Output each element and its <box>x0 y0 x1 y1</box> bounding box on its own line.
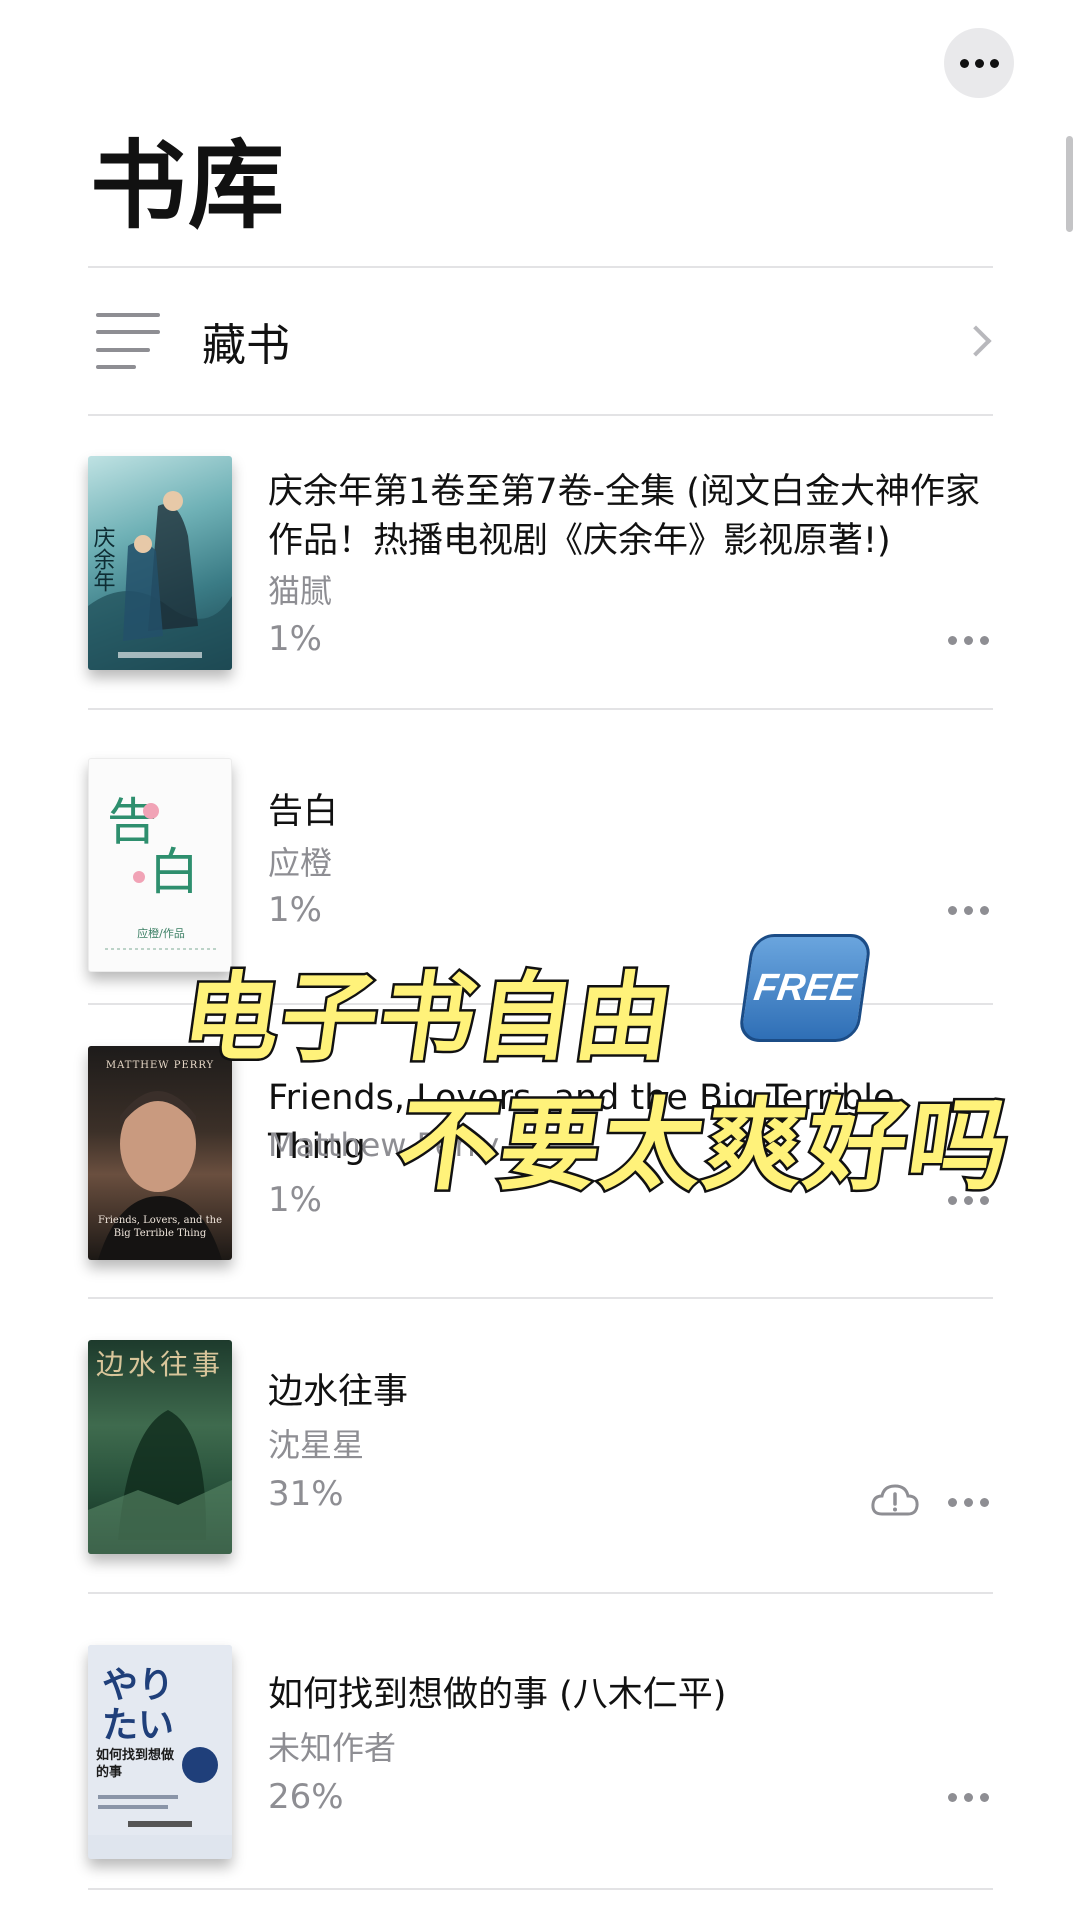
svg-text:やり: やり <box>102 1665 174 1706</box>
list-icon <box>96 313 160 369</box>
overlay-caption-line2: 不要太爽好吗 <box>388 1085 1021 1207</box>
book-row[interactable]: 边水往事 边水往事 沈星星 31% <box>88 1340 993 1634</box>
book-title: 如何找到想做的事 (八木仁平) <box>268 1675 727 1715</box>
book-author: 应橙 <box>268 844 333 882</box>
divider <box>88 708 993 710</box>
collection-label: 藏书 <box>202 320 290 371</box>
cloud-warning-icon[interactable] <box>870 1482 920 1518</box>
cover-title: 边水往事 <box>96 1348 224 1381</box>
reading-progress: 26% <box>268 1777 344 1817</box>
reading-progress: 1% <box>268 1180 322 1220</box>
divider <box>88 1592 993 1594</box>
book-title: 边水往事 <box>268 1372 409 1412</box>
reading-progress: 1% <box>268 890 322 930</box>
book-cover[interactable]: 边水往事 <box>88 1340 232 1554</box>
book-cover[interactable]: やり たい 如何找到想做的事 <box>88 1645 232 1859</box>
reading-progress: 31% <box>268 1474 344 1514</box>
divider <box>88 414 993 416</box>
ellipsis-icon <box>959 58 999 68</box>
cover-subtitle: 应橙/作品 <box>137 926 185 940</box>
svg-text:たい: たい <box>102 1705 174 1746</box>
scrollbar[interactable] <box>1066 136 1073 232</box>
svg-text:白: 白 <box>149 843 199 901</box>
book-row[interactable]: やり たい 如何找到想做的事 如何找到想做的事 (八木仁平) 未知作者 26% <box>88 1645 993 1920</box>
book-author: 未知作者 <box>268 1729 397 1767</box>
book-row[interactable]: 庆余年 庆余年第1卷至第7卷-全集 (阅文白金大神作家作品！热播电视剧《庆余年》… <box>88 456 993 750</box>
book-author: 猫腻 <box>268 572 333 610</box>
ellipsis-icon <box>948 1497 989 1507</box>
book-cover[interactable]: 庆余年 <box>88 456 232 670</box>
book-author: 沈星星 <box>268 1426 365 1464</box>
ellipsis-icon <box>948 905 989 915</box>
book-more-button[interactable] <box>948 1494 994 1510</box>
divider <box>88 1297 993 1299</box>
book-title: 庆余年第1卷至第7卷-全集 (阅文白金大神作家作品！热播电视剧《庆余年》影视原著… <box>268 472 980 561</box>
book-more-button[interactable] <box>948 1789 994 1805</box>
overlay-caption-line1: 电子书自由 <box>173 960 684 1077</box>
free-badge-icon: FREE <box>737 934 873 1042</box>
cover-subtitle: Friends, Lovers, and the Big Terrible Th… <box>97 1215 223 1239</box>
more-options-button[interactable] <box>944 28 1014 98</box>
collection-row[interactable]: 藏书 <box>88 268 993 414</box>
divider <box>88 1888 993 1890</box>
book-title: 告白 <box>268 792 339 832</box>
chevron-right-icon <box>960 325 992 357</box>
free-badge-text: FREE <box>751 966 859 1009</box>
ellipsis-icon <box>948 635 989 645</box>
page-title: 书库 <box>90 130 286 242</box>
book-more-button[interactable] <box>948 902 994 918</box>
reading-progress: 1% <box>268 619 322 659</box>
ellipsis-icon <box>948 1792 989 1802</box>
book-more-button[interactable] <box>948 632 994 648</box>
cover-title: 庆余年 <box>90 526 116 592</box>
cover-title: 如何找到想做的事 <box>96 1748 175 1780</box>
